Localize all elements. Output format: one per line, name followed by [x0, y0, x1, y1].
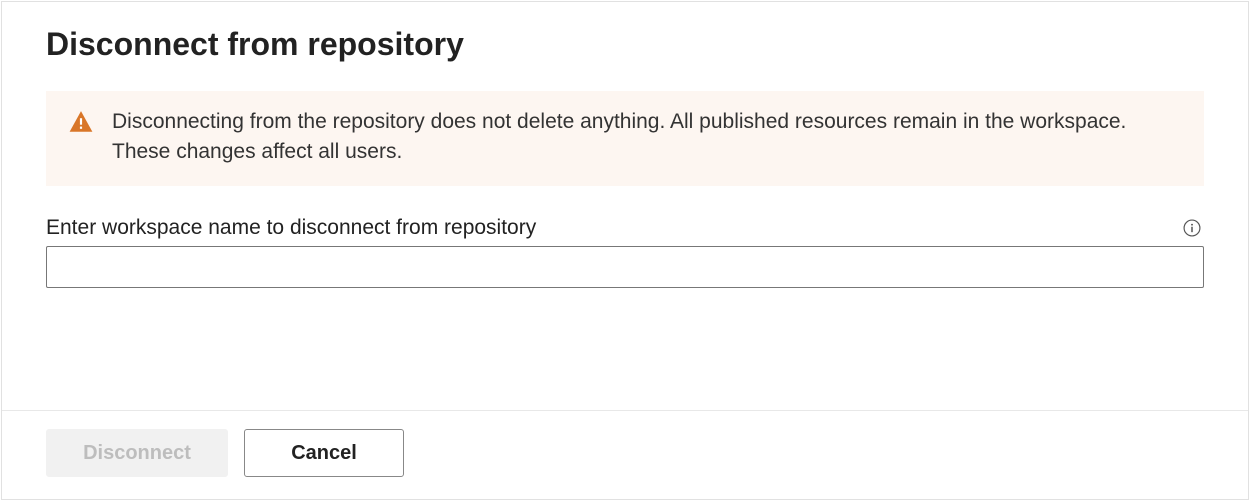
warning-icon	[68, 107, 94, 168]
dialog-footer: Disconnect Cancel	[2, 410, 1248, 499]
warning-banner: Disconnecting from the repository does n…	[46, 91, 1204, 186]
dialog-title: Disconnect from repository	[46, 26, 1204, 63]
disconnect-repository-dialog: Disconnect from repository Disconnecting…	[1, 1, 1249, 500]
workspace-name-label: Enter workspace name to disconnect from …	[46, 216, 536, 240]
field-label-row: Enter workspace name to disconnect from …	[46, 216, 1204, 240]
dialog-body: Disconnect from repository Disconnecting…	[2, 2, 1248, 410]
cancel-button[interactable]: Cancel	[244, 429, 404, 477]
info-icon[interactable]	[1182, 218, 1202, 238]
warning-text: Disconnecting from the repository does n…	[112, 107, 1182, 168]
disconnect-button[interactable]: Disconnect	[46, 429, 228, 477]
workspace-name-input[interactable]	[46, 246, 1204, 288]
